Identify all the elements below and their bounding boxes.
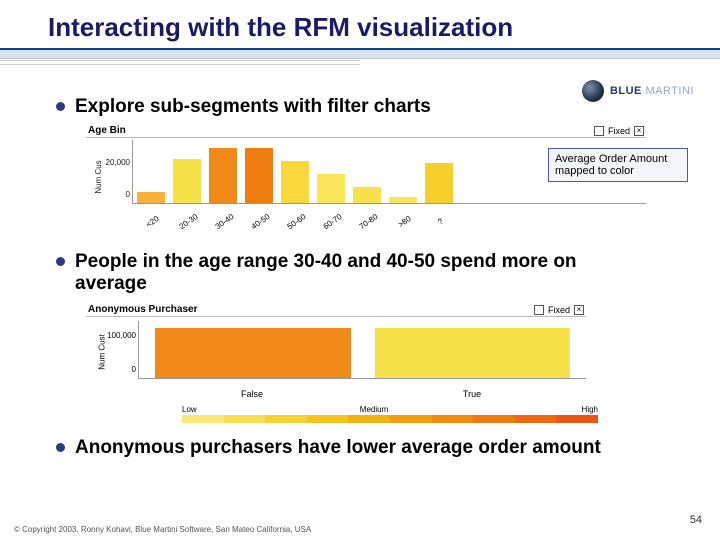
legend-seg-9 — [556, 415, 598, 423]
legend-seg-0 — [182, 415, 224, 423]
bullet-2: People in the age range 30-40 and 40-50 … — [56, 251, 696, 295]
fixed-checkbox[interactable] — [594, 126, 604, 136]
fixed-checkbox[interactable] — [534, 305, 544, 315]
close-icon[interactable]: × — [574, 305, 584, 315]
bar-age-6[interactable] — [353, 187, 381, 203]
chart2-yaxis: Num Cust 100,000 0 — [86, 317, 138, 387]
bar-age-4[interactable] — [281, 161, 309, 203]
xt2-0: False — [154, 389, 350, 399]
bar-age-8[interactable] — [425, 163, 453, 203]
bullet-dot-icon — [56, 102, 65, 111]
legend-seg-7 — [473, 415, 515, 423]
bullet-3-text: Anonymous purchasers have lower average … — [75, 437, 601, 459]
bullet-1: Explore sub-segments with filter charts — [56, 96, 696, 118]
legend-seg-3 — [307, 415, 349, 423]
chart1-ytick-1: 0 — [126, 190, 130, 199]
legend-seg-4 — [348, 415, 390, 423]
bar-age-2[interactable] — [209, 148, 237, 203]
page-title: Interacting with the RFM visualization — [0, 0, 720, 43]
bar-age-1[interactable] — [173, 159, 201, 203]
page-number: 54 — [690, 514, 702, 526]
legend-seg-2 — [265, 415, 307, 423]
legend-seg-6 — [432, 415, 474, 423]
legend-medium: Medium — [360, 405, 388, 414]
legend-seg-8 — [515, 415, 557, 423]
chart1-fixed-control: Fixed × — [594, 126, 644, 136]
chart1-yaxis: Num Cus 20,000 0 — [86, 138, 132, 216]
color-legend: Low Medium High — [134, 405, 614, 427]
chart2-title: Anonymous Purchaser — [88, 304, 197, 315]
chart2-bars — [138, 321, 586, 379]
chart2-xticks: False True — [138, 387, 586, 399]
chart1-header: Age Bin Fixed × — [86, 124, 646, 138]
chart1-xticks: <20 20-30 30-40 40-50 50-60 60-70 70-80 … — [132, 216, 646, 227]
bullet-2-text: People in the age range 30-40 and 40-50 … — [75, 251, 635, 295]
chart2-ytick-0: 100,000 — [107, 331, 136, 340]
close-icon[interactable]: × — [634, 126, 644, 136]
chart2-header: Anonymous Purchaser Fixed × — [86, 303, 586, 317]
legend-low: Low — [182, 405, 197, 414]
bar-age-0[interactable] — [137, 192, 165, 203]
bar-anon-true[interactable] — [375, 328, 571, 378]
bar-anon-false[interactable] — [155, 328, 351, 378]
legend-high: High — [582, 405, 598, 414]
bullet-1-text: Explore sub-segments with filter charts — [75, 96, 431, 118]
bullet-dot-icon — [56, 257, 65, 266]
bullet-3: Anonymous purchasers have lower average … — [56, 437, 696, 459]
fixed-label: Fixed — [608, 126, 630, 136]
xt2-1: True — [374, 389, 570, 399]
chart1-ylabel: Num Cus — [94, 160, 103, 193]
title-underline — [0, 48, 720, 70]
legend-gradient — [182, 415, 598, 423]
bullet-dot-icon — [56, 443, 65, 452]
legend-seg-5 — [390, 415, 432, 423]
copyright-footer: © Copyright 2003, Ronny Kohavi, Blue Mar… — [14, 525, 311, 534]
bar-age-5[interactable] — [317, 174, 345, 203]
bar-age-7[interactable] — [389, 197, 417, 203]
bar-age-3[interactable] — [245, 148, 273, 203]
chart2-ytick-1: 0 — [132, 365, 136, 374]
legend-seg-1 — [224, 415, 266, 423]
chart-age-bin: Age Bin Fixed × Num Cus 20,000 0 — [86, 124, 646, 227]
chart2-fixed-control: Fixed × — [534, 305, 584, 315]
callout-box: Average Order Amount mapped to color — [548, 148, 688, 182]
chart1-ytick-0: 20,000 — [106, 158, 130, 167]
fixed-label: Fixed — [548, 305, 570, 315]
chart1-title: Age Bin — [88, 125, 126, 136]
chart2-ylabel: Num Cust — [97, 334, 106, 370]
chart-anonymous-purchaser: Anonymous Purchaser Fixed × Num Cust 100… — [86, 303, 586, 427]
